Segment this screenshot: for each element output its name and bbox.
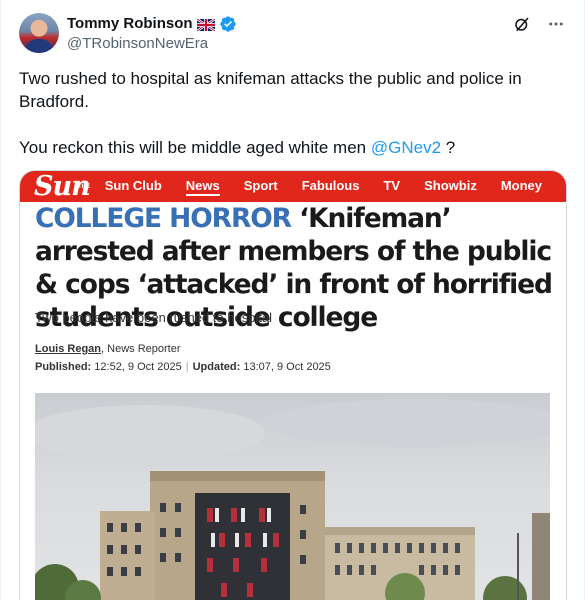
tweet-text-line: You reckon this will be middle aged whit… [19, 136, 564, 159]
reporter-link[interactable]: Louis Regan [35, 343, 101, 355]
avatar[interactable] [19, 13, 59, 53]
tweet-text: Two rushed to hospital as knifeman attac… [19, 67, 564, 182]
mention-link[interactable]: @GNev2 [371, 138, 441, 157]
reporter-role: , News Reporter [101, 343, 181, 355]
more-icon[interactable] [546, 14, 566, 34]
avatar-figure [25, 39, 53, 53]
tweet-text-fragment: ? [445, 138, 456, 157]
date-separator: | [185, 361, 189, 373]
site-nav: Sun THE Sun Club News Sport Fabulous TV … [20, 171, 566, 202]
logo-small-text: THE [78, 184, 90, 190]
college-building-illustration [35, 399, 550, 600]
updated-time: 13:07, 9 Oct 2025 [243, 361, 331, 373]
display-name[interactable]: Tommy Robinson [67, 15, 193, 32]
tweet-actions [512, 14, 566, 34]
article-subhead: Two people have been rushed to hospital [35, 310, 273, 325]
tweet-text-line: Two rushed to hospital as knifeman attac… [19, 69, 522, 111]
nav-item-fabulous[interactable]: Fabulous [302, 178, 360, 196]
article-dates: Published: 12:52, 9 Oct 2025 | Updated: 13… [35, 361, 331, 373]
grok-icon[interactable] [512, 14, 532, 34]
article-card[interactable]: Sun THE Sun Club News Sport Fabulous TV … [19, 170, 567, 600]
the-sun-logo[interactable]: Sun THE [34, 171, 99, 202]
nav-item-sport[interactable]: Sport [244, 178, 278, 196]
nav-items: Sun Club News Sport Fabulous TV Showbiz … [105, 178, 566, 196]
tweet-text-fragment: You reckon this will be middle aged whit… [19, 138, 367, 157]
nav-item-tv[interactable]: TV [383, 178, 400, 196]
headline-kicker: COLLEGE HORROR [35, 203, 292, 234]
uk-flag-icon [195, 17, 216, 32]
tweet-author: Tommy Robinson @TRobinsonNewEra [67, 14, 237, 54]
verified-badge-icon[interactable] [219, 15, 237, 33]
article-photo[interactable] [35, 393, 550, 600]
nav-item-sun-club[interactable]: Sun Club [105, 178, 162, 196]
updated-label: Updated: [192, 361, 241, 373]
nav-item-news[interactable]: News [185, 178, 220, 196]
handle[interactable]: @TRobinsonNewEra [67, 35, 237, 52]
published-time: 12:52, 9 Oct 2025 [94, 361, 182, 373]
nav-item-money[interactable]: Money [501, 178, 542, 196]
published-label: Published: [35, 361, 92, 373]
tweet: Tommy Robinson @TRobinsonNewEra Two rush… [0, 0, 585, 600]
byline: Louis Regan, News Reporter [35, 343, 181, 355]
nav-item-showbiz[interactable]: Showbiz [424, 178, 477, 196]
